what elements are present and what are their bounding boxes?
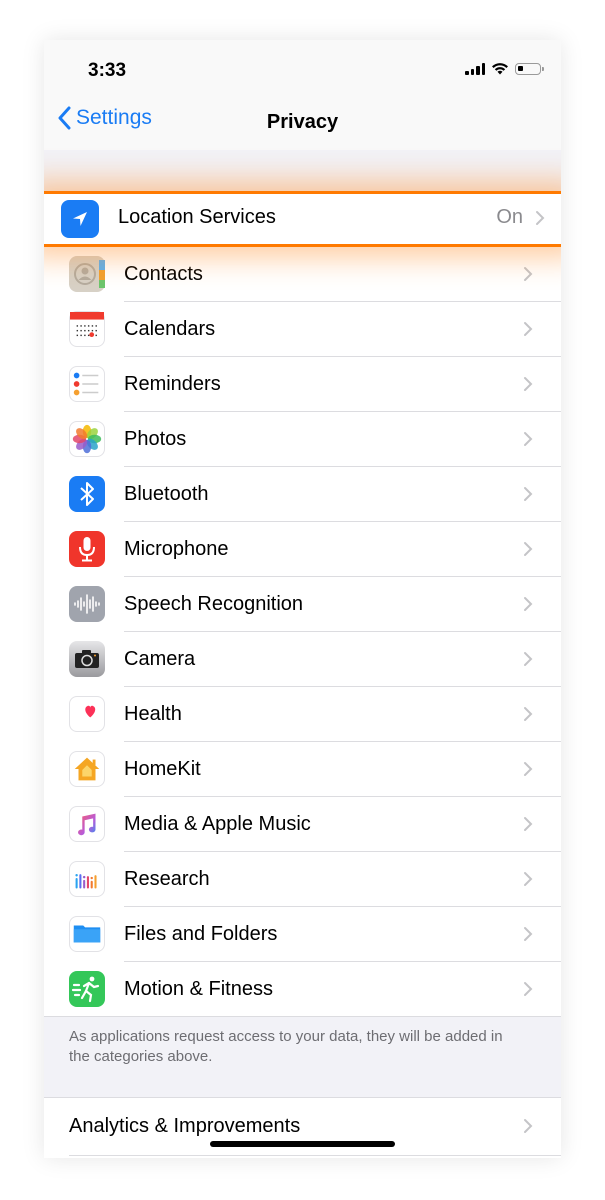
page-title: Privacy: [266, 111, 339, 133]
privacy-item-label: Microphone: [124, 538, 229, 560]
privacy-item-label: Research: [124, 868, 210, 890]
privacy-item-motion-fitness[interactable]: Motion & Fitness: [44, 962, 561, 1017]
privacy-item-bluetooth[interactable]: Bluetooth: [44, 467, 561, 522]
cellular-signal-icon: [465, 62, 485, 75]
privacy-item-health[interactable]: Health: [44, 687, 561, 742]
privacy-item-label: Photos: [124, 428, 187, 450]
privacy-item-files-and-folders[interactable]: Files and Folders: [44, 907, 561, 962]
chevron-right-icon: [524, 817, 533, 831]
chevron-right-icon: [524, 597, 533, 611]
research-icon: [69, 861, 105, 897]
privacy-list: Contacts Calendars Reminders Photos Bluetoot…: [44, 247, 561, 1017]
privacy-item-label: Files and Folders: [124, 923, 278, 945]
privacy-item-contacts[interactable]: Contacts: [44, 247, 561, 302]
home-icon: [69, 751, 105, 787]
privacy-item-microphone[interactable]: Microphone: [44, 522, 561, 577]
chevron-right-icon: [524, 487, 533, 501]
photos-icon: [69, 421, 105, 457]
privacy-item-photos[interactable]: Photos: [44, 412, 561, 467]
battery-icon: [515, 62, 544, 75]
privacy-item-homekit[interactable]: HomeKit: [44, 742, 561, 797]
wifi-icon: [492, 63, 508, 75]
chevron-right-icon: [524, 872, 533, 886]
running-figure-icon: [69, 971, 105, 1007]
phone-screen: 3:33 Settings Privacy Location Services …: [44, 40, 561, 1158]
chevron-right-icon: [524, 377, 533, 391]
chevron-right-icon: [524, 982, 533, 996]
navigation-bar: Settings Privacy: [44, 102, 561, 151]
privacy-item-research[interactable]: Research: [44, 852, 561, 907]
speech-waveform-icon: [69, 586, 105, 622]
privacy-item-label: Contacts: [124, 263, 203, 285]
microphone-icon: [69, 531, 105, 567]
chevron-right-icon: [524, 762, 533, 776]
analytics-row[interactable]: Analytics & Improvements: [44, 1097, 561, 1158]
contacts-icon: [69, 256, 105, 292]
chevron-right-icon: [524, 322, 533, 336]
privacy-item-label: HomeKit: [124, 758, 201, 780]
privacy-item-label: Bluetooth: [124, 483, 209, 505]
folder-icon: [69, 916, 105, 952]
privacy-item-label: Reminders: [124, 373, 221, 395]
privacy-item-label: Media & Apple Music: [124, 813, 311, 835]
chevron-right-icon: [524, 542, 533, 556]
reminders-icon: [69, 366, 105, 402]
privacy-item-camera[interactable]: Camera: [44, 632, 561, 687]
privacy-item-label: Camera: [124, 648, 196, 670]
privacy-item-calendars[interactable]: Calendars: [44, 302, 561, 357]
privacy-item-media-apple-music[interactable]: Media & Apple Music: [44, 797, 561, 852]
status-time: 3:33: [88, 60, 127, 81]
bluetooth-icon: [69, 476, 105, 512]
chevron-right-icon: [524, 927, 533, 941]
chevron-right-icon: [524, 1119, 533, 1133]
heart-icon: [69, 696, 105, 732]
privacy-item-label: Motion & Fitness: [124, 978, 273, 1000]
privacy-item-speech-recognition[interactable]: Speech Recognition: [44, 577, 561, 632]
chevron-right-icon: [524, 267, 533, 281]
footer-note: As applications request access to your d…: [69, 1028, 503, 1065]
privacy-item-reminders[interactable]: Reminders: [44, 357, 561, 412]
music-note-icon: [69, 806, 105, 842]
chevron-right-icon: [524, 432, 533, 446]
home-indicator[interactable]: [210, 1141, 395, 1147]
chevron-right-icon: [524, 652, 533, 666]
analytics-label: Analytics & Improvements: [69, 1115, 301, 1137]
status-bar: 3:33: [44, 40, 561, 102]
privacy-item-label: Health: [124, 703, 182, 725]
privacy-item-label: Calendars: [124, 318, 216, 340]
chevron-right-icon: [524, 707, 533, 721]
highlight-border: [44, 191, 561, 247]
privacy-item-label: Speech Recognition: [124, 593, 304, 615]
calendar-icon: [69, 311, 105, 347]
camera-icon: [69, 641, 105, 677]
